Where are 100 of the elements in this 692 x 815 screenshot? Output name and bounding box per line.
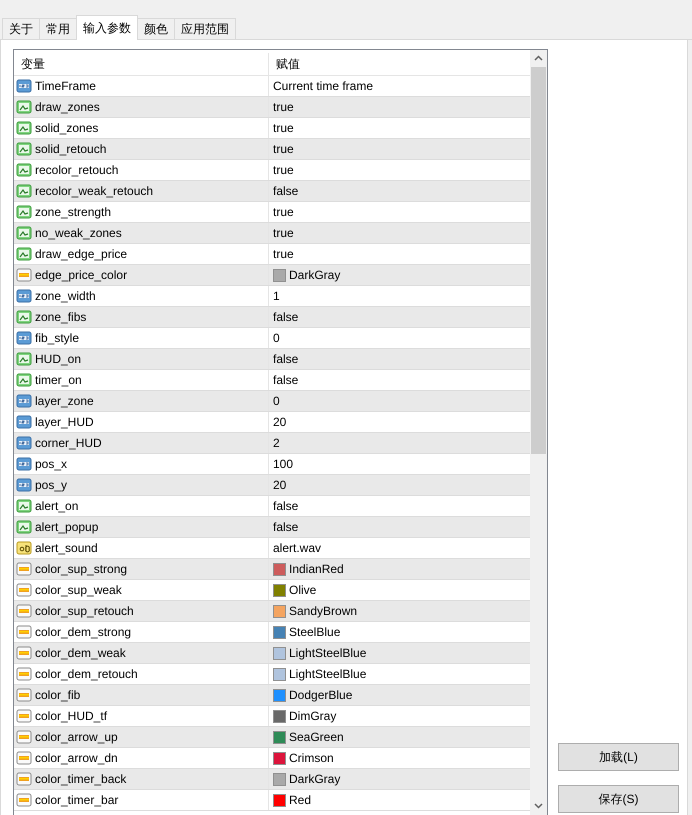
variable-name: color_dem_retouch <box>35 667 138 681</box>
list-row[interactable]: fib_style 0 <box>14 328 530 349</box>
variable-name: color_sup_strong <box>35 562 128 576</box>
list-row[interactable]: color_arrow_dn Crimson <box>14 748 530 769</box>
list-row[interactable]: color_sup_weak Olive <box>14 580 530 601</box>
variable-name: zone_fibs <box>35 310 86 324</box>
variable-name: pos_y <box>35 478 68 492</box>
list-row[interactable]: color_dem_strong SteelBlue <box>14 622 530 643</box>
value-text: alert.wav <box>273 541 322 555</box>
list-row[interactable]: color_timer_back DarkGray <box>14 769 530 790</box>
value-text: true <box>273 205 294 219</box>
value-text: SeaGreen <box>289 730 344 744</box>
value-text: Current time frame <box>273 79 374 93</box>
value-text: Crimson <box>289 751 334 765</box>
value-text: true <box>273 163 294 177</box>
list-row[interactable]: pos_y 20 <box>14 475 530 496</box>
variable-name: timer_on <box>35 373 82 387</box>
variable-name: layer_HUD <box>35 415 94 429</box>
list-row[interactable]: color_dem_weak LightSteelBlue <box>14 643 530 664</box>
variable-name: alert_popup <box>35 520 98 534</box>
list-row[interactable]: timer_on false <box>14 370 530 391</box>
dialog-button[interactable]: 加载(L) <box>558 743 679 771</box>
value-text: false <box>273 373 298 387</box>
list-row[interactable]: color_fib DodgerBlue <box>14 685 530 706</box>
value-text: LightSteelBlue <box>289 667 366 681</box>
value-text: true <box>273 100 294 114</box>
list-row[interactable]: zone_strength true <box>14 202 530 223</box>
list-row[interactable]: draw_edge_price true <box>14 244 530 265</box>
list-row[interactable]: recolor_weak_retouch false <box>14 181 530 202</box>
value-text: 0 <box>273 394 280 408</box>
variable-name: color_fib <box>35 688 80 702</box>
value-text: Red <box>289 793 312 807</box>
value-text: 100 <box>273 457 294 471</box>
value-text: LightSteelBlue <box>289 646 366 660</box>
variable-name: recolor_weak_retouch <box>35 184 154 198</box>
variable-name: draw_edge_price <box>35 247 128 261</box>
list-row[interactable]: edge_price_color DarkGray <box>14 265 530 286</box>
variable-name: solid_zones <box>35 121 98 135</box>
column-header[interactable]: 变量 <box>14 53 269 75</box>
value-text: 0 <box>273 331 280 345</box>
list-row[interactable]: zone_fibs false <box>14 307 530 328</box>
value-text: DarkGray <box>289 772 340 786</box>
list-row[interactable]: alert_popup false <box>14 517 530 538</box>
value-text: 1 <box>273 289 280 303</box>
list-row[interactable]: layer_zone 0 <box>14 391 530 412</box>
tab[interactable]: 输入参数 <box>76 15 138 40</box>
variable-name: pos_x <box>35 457 68 471</box>
value-text: false <box>273 310 298 324</box>
list-row[interactable]: color_arrow_up SeaGreen <box>14 727 530 748</box>
value-text: SteelBlue <box>289 625 340 639</box>
variable-name: corner_HUD <box>35 436 102 450</box>
variable-name: HUD_on <box>35 352 82 366</box>
value-text: true <box>273 142 294 156</box>
tab[interactable]: 应用范围 <box>174 18 236 39</box>
variable-name: draw_zones <box>35 100 100 114</box>
value-text: false <box>273 499 298 513</box>
variable-name: layer_zone <box>35 394 94 408</box>
list-row[interactable]: alert_sound alert.wav <box>14 538 530 559</box>
value-text: true <box>273 226 294 240</box>
variable-name: TimeFrame <box>35 79 96 93</box>
value-text: 20 <box>273 415 286 429</box>
dialog-button[interactable]: 保存(S) <box>558 785 679 813</box>
variable-name: solid_retouch <box>35 142 106 156</box>
tab[interactable]: 关于 <box>2 18 40 39</box>
list-row[interactable]: color_sup_strong IndianRed <box>14 559 530 580</box>
list-row[interactable]: solid_retouch true <box>14 139 530 160</box>
list-row[interactable]: color_timer_bar Red <box>14 790 530 811</box>
column-header[interactable]: 赋值 <box>269 53 530 75</box>
list-row[interactable]: pos_x 100 <box>14 454 530 475</box>
list-row[interactable]: color_dem_retouch LightSteelBlue <box>14 664 530 685</box>
variable-name: color_sup_weak <box>35 583 122 597</box>
variable-name: fib_style <box>35 331 80 345</box>
list-row[interactable]: recolor_retouch true <box>14 160 530 181</box>
value-text: 20 <box>273 478 286 492</box>
list-row[interactable]: TimeFrame Current time frame <box>14 76 530 97</box>
value-text: true <box>273 247 294 261</box>
list-row[interactable]: corner_HUD 2 <box>14 433 530 454</box>
variable-name: color_HUD_tf <box>35 709 108 723</box>
variable-name: color_timer_bar <box>35 793 118 807</box>
variable-name: alert_on <box>35 499 78 513</box>
list-row[interactable]: alert_on false <box>14 496 530 517</box>
value-text: DimGray <box>289 709 336 723</box>
list-row[interactable]: HUD_on false <box>14 349 530 370</box>
variable-name: color_arrow_dn <box>35 751 118 765</box>
value-text: DarkGray <box>289 268 340 282</box>
value-text: false <box>273 352 298 366</box>
list-row[interactable]: color_sup_retouch SandyBrown <box>14 601 530 622</box>
list-row[interactable]: no_weak_zones true <box>14 223 530 244</box>
variable-name: color_dem_strong <box>35 625 132 639</box>
variable-name: zone_width <box>35 289 96 303</box>
list-row[interactable]: zone_width 1 <box>14 286 530 307</box>
variable-name: recolor_retouch <box>35 163 118 177</box>
list-row[interactable]: draw_zones true <box>14 97 530 118</box>
list-row[interactable]: layer_HUD 20 <box>14 412 530 433</box>
value-text: IndianRed <box>289 562 344 576</box>
list-row[interactable]: color_HUD_tf DimGray <box>14 706 530 727</box>
list-row[interactable]: solid_zones true <box>14 118 530 139</box>
value-text: DodgerBlue <box>289 688 352 702</box>
variable-name: no_weak_zones <box>35 226 122 240</box>
variable-name: edge_price_color <box>35 268 128 282</box>
